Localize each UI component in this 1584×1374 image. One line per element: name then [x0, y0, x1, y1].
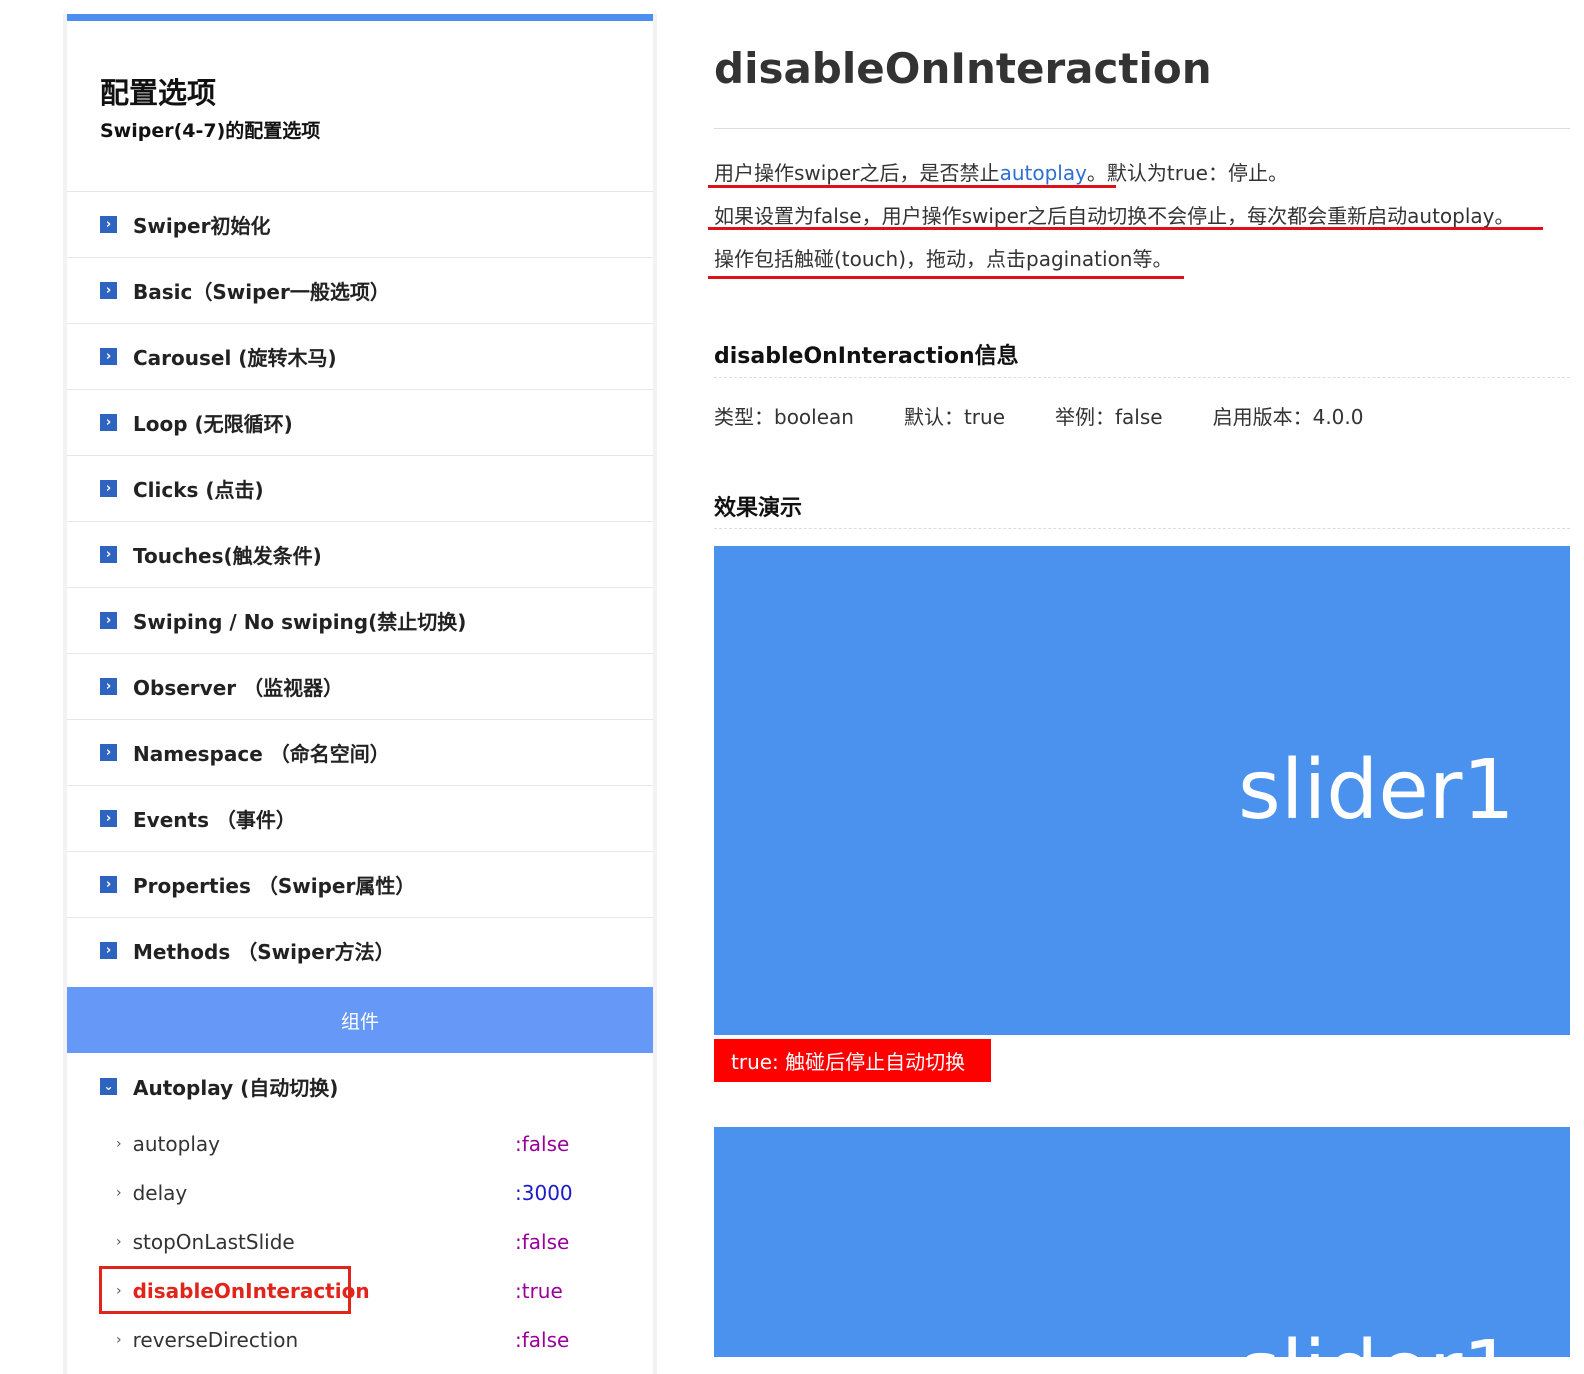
sub-item-value: :3000: [515, 1180, 573, 1205]
info-version: 启用版本：4.0.0: [1212, 405, 1364, 429]
menu-item-carousel[interactable]: › Carousel (旋转木马): [67, 323, 653, 389]
menu-item-label: Swiper初始化: [133, 214, 271, 238]
plus-square-icon: ›: [100, 678, 117, 695]
sub-item-name: autoplay: [132, 1131, 220, 1156]
menu-item-swiping[interactable]: › Swiping / No swiping(禁止切换): [67, 587, 653, 653]
menu-item-basic[interactable]: › Basic（Swiper一般选项）: [67, 257, 653, 323]
main-content: disableOnInteraction 用户操作swiper之后，是否禁止au…: [708, 0, 1584, 1357]
slide-label: slider1: [1238, 743, 1515, 838]
menu-item-label: Methods （Swiper方法）: [133, 940, 395, 964]
menu-item-label: Autoplay (自动切换): [133, 1075, 339, 1100]
menu-item-label: Events （事件）: [133, 808, 296, 832]
plus-square-icon: ›: [100, 480, 117, 497]
sub-item-name: delay: [132, 1180, 188, 1205]
minus-square-icon: ⌄: [100, 1077, 117, 1095]
autoplay-sub-list: › autoplay :false › delay :3000 › stopOn…: [67, 1119, 653, 1364]
menu-item-label: Properties （Swiper属性）: [133, 874, 416, 898]
sidebar-menu: › Swiper初始化 › Basic（Swiper一般选项） › Carousel …: [67, 191, 653, 983]
info-default: 默认：true: [903, 405, 1006, 429]
menu-item-clicks[interactable]: › Clicks (点击): [67, 455, 653, 521]
sub-item-name: stopOnLastSlide: [132, 1229, 295, 1254]
chevron-right-icon: ›: [116, 1233, 122, 1250]
sub-item-delay[interactable]: › delay :3000: [67, 1168, 653, 1217]
autoplay-link[interactable]: autoplay: [1000, 161, 1087, 185]
chevron-right-icon: ›: [116, 1184, 122, 1201]
desc-line-3: 操作包括触碰(touch)，拖动，点击pagination等。: [714, 247, 1173, 271]
chevron-right-icon: ›: [116, 1331, 122, 1348]
info-heading: disableOnInteraction信息: [714, 344, 1019, 369]
desc-line-1-text-a: 用户操作swiper之后，是否禁止: [714, 161, 1000, 185]
sidebar-top-accent-bar: [67, 14, 653, 21]
slide-label: slider1: [1238, 1331, 1515, 1358]
plus-square-icon: ›: [100, 546, 117, 563]
menu-item-events[interactable]: › Events （事件）: [67, 785, 653, 851]
chevron-right-icon: ›: [116, 1135, 122, 1152]
plus-square-icon: ›: [100, 744, 117, 761]
sub-item-disable-on-interaction[interactable]: › disableOnInteraction :true: [67, 1266, 653, 1315]
red-underline-3: [708, 276, 1184, 279]
sub-item-value: :true: [515, 1278, 563, 1303]
plus-square-icon: ›: [100, 348, 117, 365]
menu-item-label: Clicks (点击): [133, 478, 264, 502]
sidebar-header: 配置选项 Swiper(4-7)的配置选项: [100, 76, 320, 143]
desc-line-1: 用户操作swiper之后，是否禁止autoplay。默认为true：停止。: [714, 159, 1288, 187]
menu-item-swiper-init[interactable]: › Swiper初始化: [67, 191, 653, 257]
info-example: 举例：false: [1055, 405, 1163, 429]
demo-divider: [714, 528, 1570, 529]
menu-item-label: Namespace （命名空间）: [133, 742, 390, 766]
menu-item-label: Basic（Swiper一般选项）: [133, 280, 390, 304]
sub-item-name: reverseDirection: [132, 1327, 299, 1352]
sub-item-value: :false: [515, 1327, 570, 1352]
plus-square-icon: ›: [100, 876, 117, 893]
menu-item-label: Carousel (旋转木马): [133, 346, 337, 370]
menu-item-label: Loop (无限循环): [133, 412, 293, 436]
info-row: 类型：boolean 默认：true 举例：false 启用版本：4.0.0: [714, 401, 1413, 430]
plus-square-icon: ›: [100, 216, 117, 233]
plus-square-icon: ›: [100, 612, 117, 629]
menu-item-properties[interactable]: › Properties （Swiper属性）: [67, 851, 653, 917]
sidebar-subtitle: Swiper(4-7)的配置选项: [100, 120, 321, 142]
title-divider: [714, 128, 1570, 129]
red-underline-1: [708, 185, 1116, 188]
red-underline-2: [708, 227, 1543, 230]
plus-square-icon: ›: [100, 414, 117, 431]
info-divider: [714, 377, 1570, 378]
sub-item-value: :false: [515, 1131, 570, 1156]
menu-item-methods[interactable]: › Methods （Swiper方法）: [67, 917, 653, 983]
desc-line-2: 如果设置为false，用户操作swiper之后自动切换不会停止，每次都会重新启动…: [714, 204, 1515, 228]
menu-item-namespace[interactable]: › Namespace （命名空间）: [67, 719, 653, 785]
sub-item-autoplay[interactable]: › autoplay :false: [67, 1119, 653, 1168]
page-title: disableOnInteraction: [714, 44, 1212, 93]
menu-item-loop[interactable]: › Loop (无限循环): [67, 389, 653, 455]
highlight-box: [99, 1266, 351, 1314]
info-type: 类型：boolean: [714, 405, 854, 429]
sub-item-stop-on-last-slide[interactable]: › stopOnLastSlide :false: [67, 1217, 653, 1266]
menu-item-label: Swiping / No swiping(禁止切换): [133, 610, 467, 634]
section-header-components: 组件: [67, 987, 653, 1053]
plus-square-icon: ›: [100, 282, 117, 299]
demo-caption-tag: true: 触碰后停止自动切换: [714, 1039, 991, 1082]
menu-item-autoplay[interactable]: ⌄ Autoplay (自动切换): [67, 1053, 653, 1119]
sub-item-value: :false: [515, 1229, 570, 1254]
sidebar: 配置选项 Swiper(4-7)的配置选项 › Swiper初始化 › Basic（…: [63, 14, 657, 1374]
desc-line-1-text-b: 。默认为true：停止。: [1086, 161, 1288, 185]
plus-square-icon: ›: [100, 810, 117, 827]
demo-slider-1[interactable]: slider1: [714, 546, 1570, 1035]
menu-item-touches[interactable]: › Touches(触发条件): [67, 521, 653, 587]
demo-heading: 效果演示: [714, 496, 803, 521]
plus-square-icon: ›: [100, 942, 117, 959]
demo-slider-2[interactable]: slider1: [714, 1127, 1570, 1357]
sidebar-title: 配置选项: [100, 76, 217, 110]
menu-item-label: Observer （监视器）: [133, 676, 344, 700]
menu-item-observer[interactable]: › Observer （监视器）: [67, 653, 653, 719]
menu-item-label: Touches(触发条件): [133, 544, 322, 568]
